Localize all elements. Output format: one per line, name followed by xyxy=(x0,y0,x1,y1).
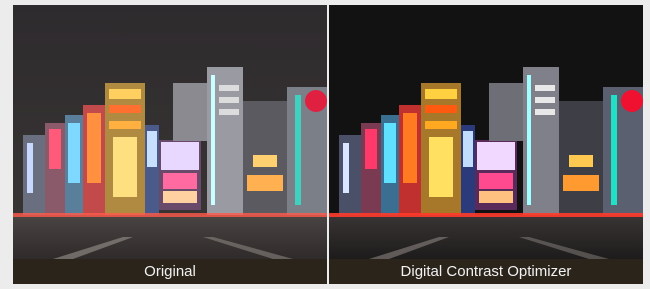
original-panel: Original xyxy=(13,5,327,284)
optimized-city-night-photo xyxy=(329,5,643,259)
comparison-frame: Original Digital Contrast Optimizer xyxy=(13,5,643,284)
original-city-night-photo xyxy=(13,5,327,259)
optimized-caption: Digital Contrast Optimizer xyxy=(329,259,643,284)
optimized-panel: Digital Contrast Optimizer xyxy=(329,5,643,284)
original-caption: Original xyxy=(13,259,327,284)
